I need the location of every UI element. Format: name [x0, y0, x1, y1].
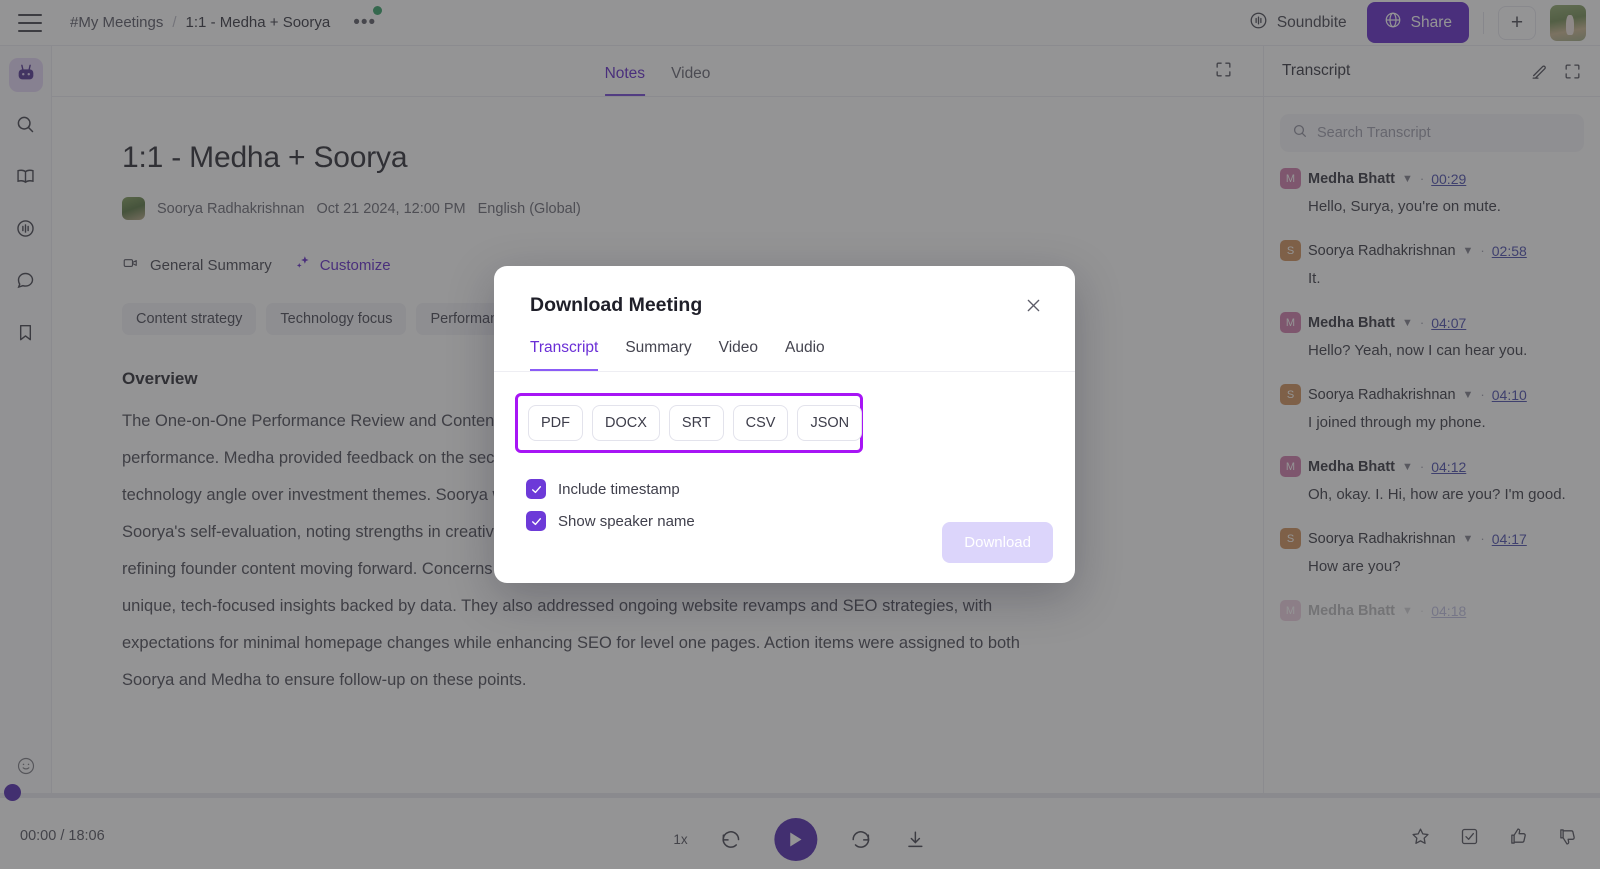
- format-docx-button[interactable]: DOCX: [592, 405, 660, 441]
- app-root: #My Meetings / 1:1 - Medha + Soorya •••: [0, 0, 1600, 869]
- modal-tab-summary[interactable]: Summary: [625, 339, 691, 371]
- format-json-button[interactable]: JSON: [797, 405, 863, 441]
- include-timestamp-label: Include timestamp: [558, 480, 680, 498]
- format-srt-button[interactable]: SRT: [668, 405, 724, 441]
- modal-tab-transcript[interactable]: Transcript: [530, 339, 599, 371]
- modal-tab-audio[interactable]: Audio: [785, 339, 825, 371]
- format-options-highlight: PDF DOCX SRT CSV JSON: [515, 393, 863, 453]
- format-csv-button[interactable]: CSV: [732, 405, 789, 441]
- include-timestamp-option[interactable]: Include timestamp: [526, 479, 1075, 499]
- modal-tabs: Transcript Summary Video Audio: [494, 339, 1075, 372]
- download-button[interactable]: Download: [942, 522, 1053, 563]
- download-meeting-modal: Download Meeting Transcript Summary Vide…: [494, 266, 1075, 583]
- format-pdf-button[interactable]: PDF: [528, 405, 583, 441]
- modal-tab-video[interactable]: Video: [719, 339, 758, 371]
- modal-header: Download Meeting: [494, 266, 1075, 317]
- close-icon[interactable]: [1024, 296, 1043, 315]
- show-speaker-name-label: Show speaker name: [558, 512, 695, 530]
- modal-title: Download Meeting: [530, 294, 703, 316]
- checkbox-checked-icon[interactable]: [526, 479, 546, 499]
- checkbox-checked-icon[interactable]: [526, 511, 546, 531]
